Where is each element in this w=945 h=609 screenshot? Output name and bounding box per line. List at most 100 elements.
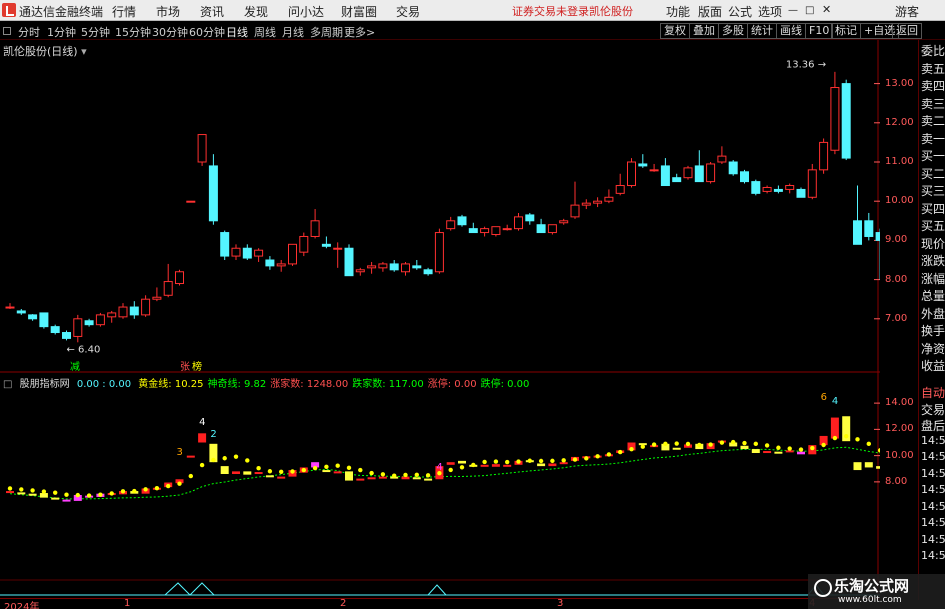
- period-1min[interactable]: 1分钟: [47, 24, 76, 40]
- minimize-icon[interactable]: —: [788, 5, 798, 16]
- period-monthly[interactable]: 月线: [282, 24, 304, 40]
- gold-dot: [787, 446, 792, 451]
- indicator-bar: [220, 466, 229, 474]
- gold-dot: [776, 445, 781, 450]
- indicator-bar: [763, 451, 772, 454]
- chart-title: 凯伦股份(日线) ▾: [3, 43, 87, 59]
- candle-body: [152, 296, 162, 300]
- candle-body: [50, 326, 60, 334]
- indicator-bar: [6, 491, 14, 494]
- side-tab-label[interactable]: 自动: [921, 384, 945, 401]
- menu-item-trade[interactable]: 交易: [396, 3, 420, 20]
- button-multi-stock[interactable]: 多股: [718, 23, 748, 39]
- candle-body: [728, 161, 738, 175]
- candlestick-series: 13.36 → ← 6.40 减 张榜: [5, 59, 880, 373]
- period-daily[interactable]: 日线: [226, 24, 248, 40]
- indicator-bar: [243, 471, 252, 475]
- period-60min[interactable]: 60分钟: [189, 24, 225, 40]
- gold-dot: [742, 440, 747, 446]
- period-15min[interactable]: 15分钟: [115, 24, 151, 40]
- side-tab-label[interactable]: 盘后: [921, 417, 945, 434]
- side-tab-label[interactable]: 交易: [921, 401, 945, 418]
- kline-chart[interactable]: 13.36 →← 6.40减张榜 4326 44: [0, 40, 880, 600]
- chart-title-text: 凯伦股份(日线): [3, 45, 78, 58]
- indicator-bar: [537, 463, 546, 467]
- menu-bar: 通达信金融终端 行情 市场 资讯 发现 问小达 财富圈 交易 证券交易未登录 凯…: [0, 0, 945, 21]
- gold-dot: [651, 442, 657, 447]
- indicator-axis-label: 12.00: [885, 423, 914, 435]
- login-warning[interactable]: 证券交易未登录: [512, 3, 589, 19]
- chart-area[interactable]: 13.36 → ← 6.40 减张榜 432644: [0, 40, 880, 600]
- side-field-label: 卖五: [921, 61, 945, 76]
- menu-item-news[interactable]: 资讯: [200, 3, 224, 20]
- button-draw[interactable]: 画线: [776, 23, 806, 39]
- button-stats[interactable]: 统计: [747, 23, 777, 39]
- period-5min[interactable]: 5分钟: [81, 24, 110, 40]
- menu-item-ask[interactable]: 问小达: [288, 3, 324, 20]
- gold-dot: [324, 464, 329, 469]
- candle-body: [796, 188, 806, 198]
- side-field-label: 买一: [921, 149, 945, 163]
- indicator-bar: [28, 493, 37, 496]
- candle-body: [491, 226, 501, 236]
- menu-item-formula[interactable]: 公式: [728, 3, 752, 20]
- candle-body: [321, 243, 331, 247]
- gold-dot: [425, 473, 431, 478]
- candle-body: [762, 186, 772, 192]
- indicator-axis-ticks: [874, 402, 880, 483]
- menu-item-options[interactable]: 选项: [758, 3, 782, 20]
- side-field-label: 买二: [921, 166, 945, 181]
- gold-dot: [719, 440, 725, 445]
- candle-body: [434, 232, 444, 273]
- button-back[interactable]: 返回: [892, 23, 922, 39]
- button-overlay[interactable]: 叠加: [689, 23, 719, 39]
- panel-toggle-icon[interactable]: [3, 27, 11, 35]
- period-intraday[interactable]: 分时: [18, 24, 40, 40]
- period-weekly[interactable]: 周线: [254, 24, 276, 40]
- chart-title-dropdown-icon[interactable]: ▾: [81, 45, 87, 58]
- date-label-month-3: 3: [557, 598, 564, 609]
- period-more[interactable]: 更多>: [344, 24, 375, 40]
- candle-body: [28, 314, 38, 320]
- indicator-bar: [751, 449, 760, 453]
- candle-body: [378, 263, 388, 269]
- indicator-bar: [356, 478, 365, 481]
- candle-body: [706, 163, 716, 183]
- guest-label[interactable]: 游客: [895, 3, 919, 20]
- menu-item-quotes[interactable]: 行情: [112, 3, 136, 20]
- candle-body: [412, 265, 422, 269]
- gold-dot: [177, 481, 182, 486]
- period-multi[interactable]: 多周期: [310, 24, 343, 40]
- candle-body: [39, 312, 49, 328]
- indicator-bar: [265, 475, 274, 478]
- candle-body: [107, 312, 117, 318]
- menu-item-discover[interactable]: 发现: [244, 3, 268, 20]
- gold-dot: [53, 490, 58, 495]
- indicator-legend-item: 跌停: 0.00: [480, 379, 530, 390]
- menu-item-market[interactable]: 市场: [156, 3, 180, 20]
- side-field-label: 卖二: [921, 114, 945, 128]
- gold-dot: [595, 454, 600, 459]
- restore-icon[interactable]: □: [805, 5, 814, 16]
- menu-item-wealth[interactable]: 财富圈: [341, 3, 377, 20]
- candle-body: [423, 269, 433, 275]
- indicator-toggle-icon[interactable]: □: [3, 379, 12, 390]
- indicator-axis-label: 10.00: [885, 449, 914, 461]
- button-adjust[interactable]: 复权: [660, 23, 690, 39]
- period-30min[interactable]: 30分钟: [152, 24, 188, 40]
- gold-dot: [685, 441, 691, 447]
- gold-dot: [369, 470, 374, 476]
- indicator-bar: [458, 460, 466, 464]
- button-mark[interactable]: 标记: [831, 23, 861, 39]
- candle-body: [299, 235, 309, 253]
- gold-dot: [550, 458, 555, 464]
- candle-body: [807, 169, 817, 198]
- close-icon[interactable]: ✕: [822, 3, 831, 16]
- indicator-name[interactable]: 股朋指标网: [20, 379, 70, 390]
- main-axis-label: 11.00: [885, 156, 914, 167]
- menu-item-function[interactable]: 功能: [666, 3, 690, 20]
- candle-body: [593, 200, 603, 204]
- candle-body: [570, 204, 580, 218]
- menu-item-layout[interactable]: 版面: [698, 3, 722, 20]
- button-f10[interactable]: F10: [805, 23, 834, 39]
